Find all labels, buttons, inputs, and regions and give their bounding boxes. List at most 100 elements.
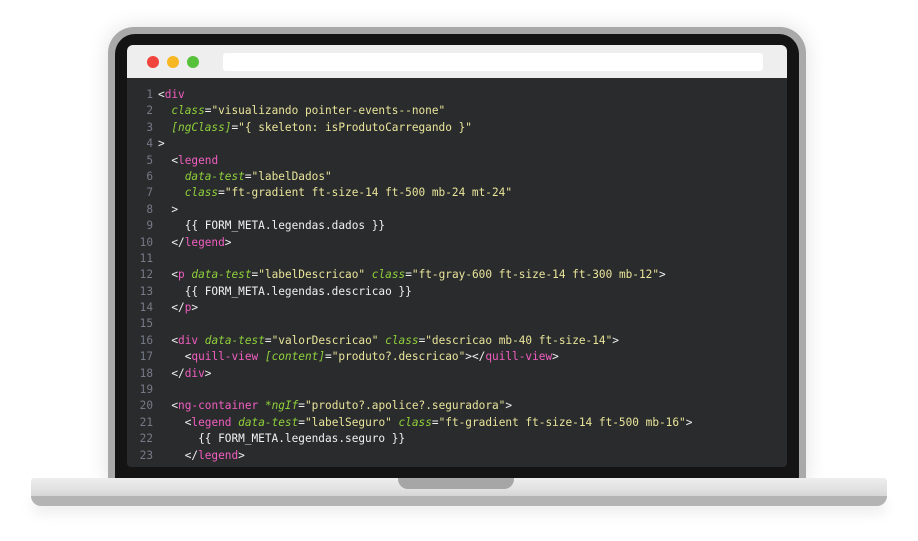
- code-token: =: [244, 169, 252, 183]
- code-token: </: [171, 235, 185, 249]
- code-line[interactable]: 8 >: [127, 202, 787, 218]
- line-number: 12: [139, 268, 153, 282]
- code-line[interactable]: 9 {{ FORM_META.legendas.dados }}: [127, 218, 787, 234]
- line-number: 21: [139, 415, 153, 429]
- code-line[interactable]: 7 class="ft-gradient ft-size-14 ft-500 m…: [127, 185, 787, 201]
- code-token: >: [238, 448, 245, 462]
- address-bar[interactable]: [223, 53, 763, 71]
- code-token: "descricao mb-40 ft-size-14": [425, 333, 613, 347]
- code-line[interactable]: 22 {{ FORM_META.legendas.seguro }}: [127, 431, 787, 447]
- code-text: <div data-test="valorDescricao" class="d…: [158, 333, 619, 349]
- maximize-window-icon[interactable]: [187, 56, 199, 68]
- line-number: 19: [139, 383, 153, 397]
- code-line[interactable]: 10 </legend>: [127, 235, 787, 251]
- code-line[interactable]: 17 <quill-view [content]="produto?.descr…: [127, 349, 787, 365]
- code-line[interactable]: 2 class="visualizando pointer-events--no…: [127, 103, 787, 119]
- code-line[interactable]: 13 {{ FORM_META.legendas.descricao }}: [127, 284, 787, 300]
- code-line[interactable]: 12 <p data-test="labelDescricao" class="…: [127, 267, 787, 283]
- code-token: quill-view: [191, 350, 259, 364]
- code-token: =: [298, 399, 305, 413]
- code-token: {{ FORM_META.legendas.seguro }}: [158, 432, 406, 446]
- line-number: 8: [146, 202, 153, 216]
- code-text: [ngClass]="{ skeleton: isProdutoCarregan…: [158, 120, 472, 136]
- line-number: 3: [146, 120, 153, 134]
- code-text: {{ FORM_META.legendas.seguro }}: [158, 431, 405, 447]
- code-token: ng-container: [178, 399, 259, 413]
- code-text: <legend: [158, 153, 218, 169]
- code-line[interactable]: 3 [ngClass]="{ skeleton: isProdutoCarreg…: [127, 120, 787, 136]
- line-number: 13: [139, 284, 153, 298]
- code-line[interactable]: 16 <div data-test="valorDescricao" class…: [127, 333, 787, 349]
- code-token: div: [184, 366, 205, 380]
- code-text: data-test="labelDados": [158, 169, 332, 185]
- code-line[interactable]: 20 <ng-container *ngIf="produto?.apolice…: [127, 398, 787, 414]
- code-token: legend: [178, 153, 219, 167]
- code-line[interactable]: 5 <legend: [127, 153, 787, 169]
- code-line[interactable]: 6 data-test="labelDados": [127, 169, 787, 185]
- line-number: 10: [139, 235, 153, 249]
- code-token: class: [171, 104, 205, 118]
- line-number: 23: [139, 448, 153, 462]
- code-line[interactable]: 1 <div: [127, 87, 787, 103]
- code-token: >: [204, 366, 212, 380]
- line-number: 22: [139, 432, 153, 446]
- code-line[interactable]: 14 </p>: [127, 300, 787, 316]
- code-token: <: [158, 88, 165, 101]
- minimize-window-icon[interactable]: [167, 56, 179, 68]
- code-text: </legend>: [158, 448, 245, 464]
- code-token: class: [385, 333, 419, 347]
- code-line[interactable]: 18 </div>: [127, 366, 787, 382]
- code-token: "visualizando pointer-events--none": [211, 104, 446, 118]
- code-line[interactable]: 19: [127, 382, 787, 398]
- code-token: >: [505, 399, 513, 413]
- code-token: [content]: [264, 350, 326, 364]
- code-token: {{ FORM_META.legendas.descricao }}: [158, 284, 412, 298]
- code-editor[interactable]: 1 <div 2 class="visualizando pointer-event…: [127, 87, 787, 464]
- code-text: </p>: [158, 300, 198, 316]
- line-number: 15: [139, 317, 153, 331]
- code-token: p: [178, 268, 185, 282]
- code-text: <ng-container *ngIf="produto?.apolice?.s…: [158, 398, 512, 414]
- code-token: </: [171, 301, 185, 315]
- code-token: >: [685, 415, 693, 429]
- code-token: data-test: [238, 415, 299, 429]
- code-token: >: [552, 350, 559, 364]
- code-token: "labelDados": [251, 169, 332, 183]
- code-token: "{ skeleton: isProdutoCarregando }": [238, 120, 472, 134]
- line-number: 9: [146, 219, 153, 233]
- code-token: =: [298, 415, 305, 429]
- code-line[interactable]: 4 >: [127, 136, 787, 152]
- code-line[interactable]: 21 <legend data-test="labelSeguro" class…: [127, 415, 787, 431]
- line-number: 7: [146, 186, 153, 200]
- code-text: <div: [158, 87, 185, 103]
- code-token: >: [158, 137, 165, 151]
- code-line[interactable]: 23 </legend>: [127, 448, 787, 464]
- line-number: 17: [139, 350, 153, 364]
- code-line[interactable]: 15: [127, 316, 787, 332]
- close-window-icon[interactable]: [147, 56, 159, 68]
- code-token: data-test: [204, 333, 265, 347]
- code-token: =: [264, 333, 272, 347]
- code-text: >: [158, 202, 178, 218]
- line-number: 2: [146, 104, 153, 118]
- code-token: legend: [198, 448, 239, 462]
- line-number: 4: [146, 137, 153, 151]
- code-text: </div>: [158, 366, 211, 382]
- code-token: >: [224, 235, 232, 249]
- code-line[interactable]: 11: [127, 251, 787, 267]
- code-token: [ngClass]: [171, 120, 232, 134]
- code-text: >: [158, 136, 165, 152]
- laptop-opening-notch: [398, 478, 514, 489]
- code-token: "produto?.apolice?.seguradora": [304, 399, 506, 413]
- browser-window: 1 <div 2 class="visualizando pointer-event…: [127, 45, 787, 467]
- code-token: ></: [465, 350, 486, 364]
